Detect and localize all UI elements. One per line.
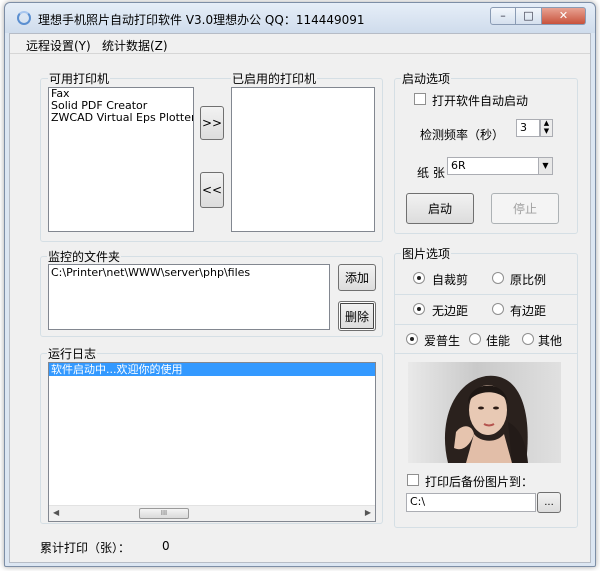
client-area: 远程设置(Y) 统计数据(Z) 可用打印机 已启用的打印机 Fax Solid … — [9, 33, 591, 563]
menu-statistics[interactable]: 统计数据(Z) — [102, 37, 168, 54]
backup-path-input[interactable]: C:\ — [406, 493, 536, 512]
other-label: 其他 — [538, 334, 563, 348]
start-button[interactable]: 启动 — [406, 193, 474, 224]
watch-folder-list[interactable]: C:\Printer\net\WWW\server\php\files — [48, 264, 330, 330]
printed-count-label: 累计打印（张）： — [40, 541, 131, 555]
watch-folder-item[interactable]: C:\Printer\net\WWW\server\php\files — [49, 265, 329, 279]
scroll-left-icon[interactable]: ◀ — [53, 508, 59, 517]
divider — [395, 353, 577, 354]
app-window: 理想手机照片自动打印软件 V3.0理想办公 QQ：114449091 – □ ✕… — [4, 2, 596, 567]
frequency-label: 检测频率（秒） — [420, 128, 505, 142]
divider — [395, 294, 577, 295]
add-folder-button[interactable]: 添加 — [338, 264, 376, 291]
add-printer-button[interactable]: >> — [200, 106, 224, 140]
borderless-label: 无边距 — [432, 304, 469, 318]
maximize-button[interactable]: □ — [516, 7, 542, 25]
stop-button[interactable]: 停止 — [491, 193, 559, 224]
available-printers-list[interactable]: Fax Solid PDF Creator ZWCAD Virtual Eps … — [48, 87, 194, 232]
autostart-checkbox[interactable] — [414, 93, 426, 105]
watch-folder-label: 监控的文件夹 — [47, 248, 122, 265]
paper-select[interactable]: 6R ▼ — [447, 157, 553, 175]
image-options-label: 图片选项 — [401, 245, 452, 262]
frequency-input[interactable]: 3 — [516, 119, 540, 137]
stepper-down-icon[interactable]: ▼ — [541, 128, 552, 136]
scroll-right-icon[interactable]: ▶ — [365, 508, 371, 517]
log-label: 运行日志 — [47, 345, 98, 362]
menu-bar: 远程设置(Y) 统计数据(Z) — [10, 34, 590, 54]
printed-count-value: 0 — [162, 539, 170, 553]
log-entry[interactable]: 软件启动中...欢迎你的使用 — [49, 363, 375, 376]
epson-radio[interactable] — [406, 333, 418, 345]
printer-item-zwcad[interactable]: ZWCAD Virtual Eps Plotter 1.0 — [49, 112, 193, 124]
with-border-label: 有边距 — [510, 304, 547, 318]
startup-options-label: 启动选项 — [401, 70, 452, 87]
menu-remote-settings[interactable]: 远程设置(Y) — [26, 37, 91, 54]
crop-label: 自裁剪 — [432, 273, 469, 287]
paper-selected-value: 6R — [451, 159, 466, 172]
preview-image — [408, 362, 561, 463]
canon-label: 佳能 — [486, 334, 511, 348]
canon-radio[interactable] — [469, 333, 481, 345]
app-logo-icon — [17, 11, 31, 25]
log-horizontal-scrollbar[interactable]: ◀ III ▶ — [49, 505, 375, 521]
available-printers-label: 可用打印机 — [48, 70, 111, 87]
remove-printer-button[interactable]: << — [200, 172, 224, 208]
enabled-printers-list[interactable] — [231, 87, 375, 232]
chevron-down-icon[interactable]: ▼ — [538, 158, 552, 174]
close-button[interactable]: ✕ — [542, 7, 586, 25]
crop-radio[interactable] — [413, 272, 425, 284]
borderless-radio[interactable] — [413, 303, 425, 315]
autostart-label: 打开软件自动启动 — [432, 94, 529, 108]
original-ratio-label: 原比例 — [510, 273, 547, 287]
log-list[interactable]: 软件启动中...欢迎你的使用 ◀ III ▶ — [48, 362, 376, 522]
paper-label: 纸 张 — [417, 166, 445, 180]
epson-label: 爱普生 — [424, 334, 461, 348]
portrait-photo-icon — [444, 375, 528, 463]
enabled-printers-label: 已启用的打印机 — [231, 70, 318, 87]
backup-checkbox[interactable] — [407, 474, 419, 486]
frequency-stepper[interactable]: ▲ ▼ — [540, 119, 553, 137]
window-title: 理想手机照片自动打印软件 V3.0理想办公 QQ：114449091 — [38, 13, 365, 27]
title-bar[interactable]: 理想手机照片自动打印软件 V3.0理想办公 QQ：114449091 – □ ✕ — [5, 3, 595, 33]
with-border-radio[interactable] — [492, 303, 504, 315]
minimize-button[interactable]: – — [490, 7, 516, 25]
original-ratio-radio[interactable] — [492, 272, 504, 284]
delete-folder-button[interactable]: 删除 — [338, 301, 376, 331]
browse-button[interactable]: ... — [537, 492, 561, 513]
scrollbar-thumb[interactable]: III — [139, 508, 189, 519]
other-radio[interactable] — [522, 333, 534, 345]
backup-label: 打印后备份图片到： — [425, 475, 534, 489]
divider — [395, 324, 577, 325]
